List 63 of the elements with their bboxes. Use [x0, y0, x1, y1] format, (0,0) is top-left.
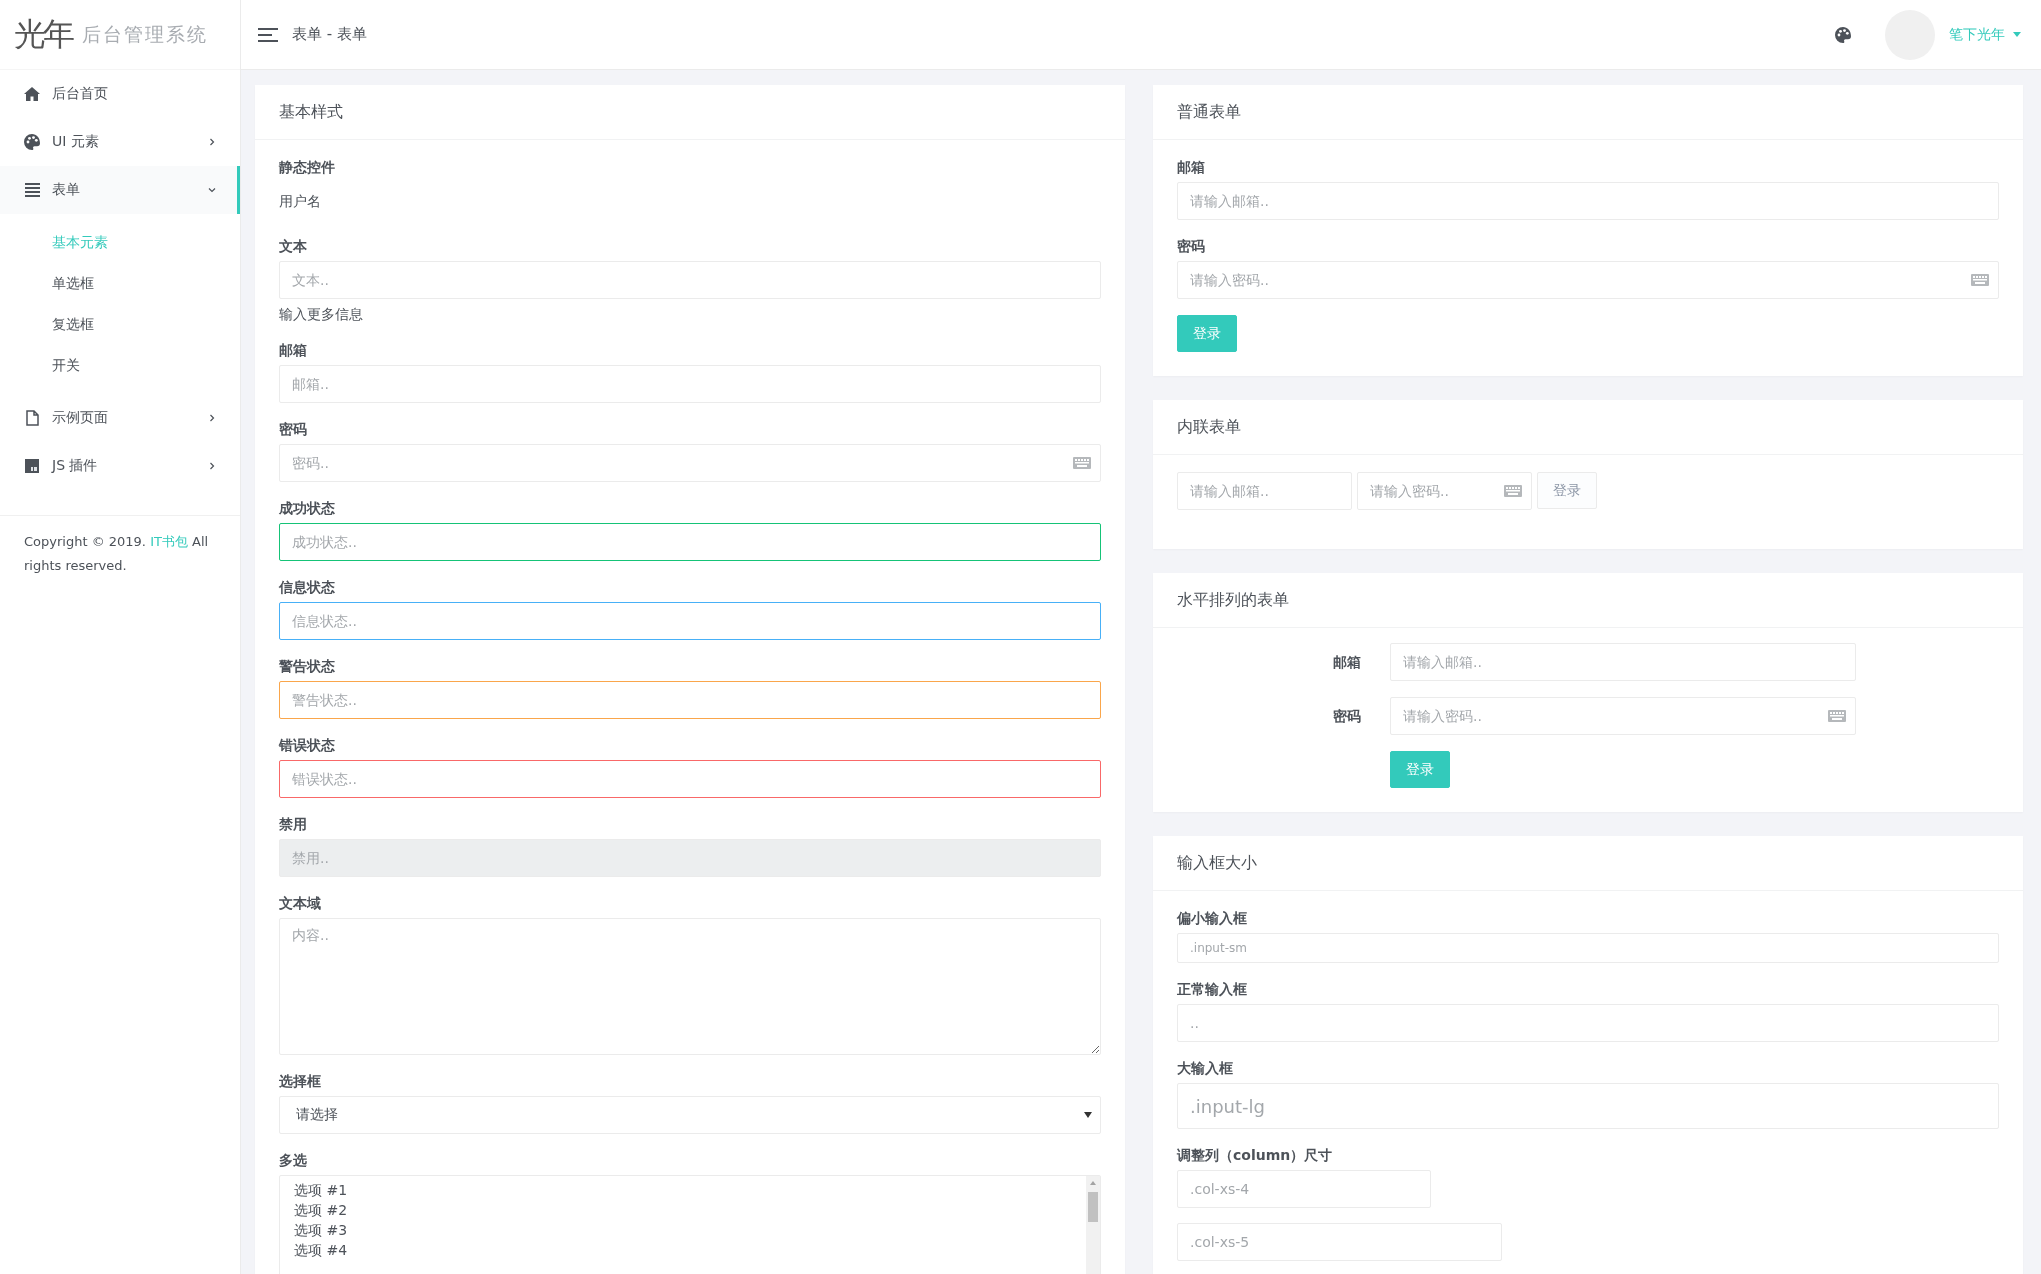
keyboard-icon — [1073, 457, 1091, 469]
field-label: 大输入框 — [1177, 1059, 1234, 1078]
field-label: 邮箱 — [1332, 653, 1361, 672]
field-label: 错误状态 — [279, 736, 336, 755]
field-label: 调整列（column）尺寸 — [1177, 1146, 1334, 1165]
page-title: 表单 - 表单 — [292, 25, 367, 44]
menu-item[interactable]: JS 插件 — [0, 442, 240, 490]
submenu-item[interactable]: 开关 — [52, 356, 80, 375]
field-label: 警告状态 — [279, 657, 336, 676]
field-label: 选择框 — [279, 1072, 322, 1091]
list-icon — [24, 183, 40, 197]
menu-icon[interactable] — [258, 27, 278, 42]
field-label: 密码 — [279, 420, 308, 439]
field-label: 文本域 — [279, 894, 322, 913]
text-area[interactable]: 内容.. — [279, 918, 1101, 1055]
logo-mark: 光年 — [14, 13, 72, 55]
field-label: 邮箱 — [1177, 158, 1206, 177]
caret-icon — [2013, 32, 2021, 37]
keyboard-icon — [1828, 710, 1846, 722]
list-option[interactable]: 选项 #3 — [294, 1220, 348, 1240]
field-label: 多选 — [279, 1151, 308, 1170]
list-option[interactable]: 选项 #1 — [294, 1180, 348, 1200]
field-label: 静态控件 — [279, 158, 336, 177]
input-field[interactable]: 信息状态.. — [279, 602, 1101, 640]
field-label: 偏小输入框 — [1177, 909, 1248, 928]
home-icon — [24, 87, 40, 101]
logo-title: 后台管理系统 — [82, 21, 208, 47]
menu-item[interactable]: 后台首页 — [0, 70, 240, 118]
help-text: 输入更多信息 — [279, 305, 364, 324]
caret-icon — [1084, 1112, 1092, 1118]
list-option[interactable]: 选项 #4 — [294, 1240, 348, 1260]
menu-item[interactable]: UI 元素 — [0, 118, 240, 166]
submenu-item[interactable]: 单选框 — [52, 274, 94, 293]
palette-icon[interactable] — [1835, 26, 1851, 43]
input-field[interactable]: 成功状态.. — [279, 523, 1101, 561]
card-title: 普通表单 — [1177, 101, 1241, 123]
keyboard-icon — [1971, 274, 1989, 286]
keyboard-icon — [1504, 485, 1522, 497]
card-title: 水平排列的表单 — [1177, 589, 1289, 611]
field-label: 成功状态 — [279, 499, 336, 518]
static-text: 用户名 — [279, 192, 322, 211]
field-label: 密码 — [1332, 707, 1361, 726]
input-field[interactable]: 警告状态.. — [279, 681, 1101, 719]
input-field[interactable]: 错误状态.. — [279, 760, 1101, 798]
card-title: 输入框大小 — [1177, 852, 1257, 874]
copyright-text: Copyright © 2019. IT书包 All rights reserved. — [23, 533, 210, 575]
file-icon — [25, 410, 39, 426]
card-title: 内联表单 — [1177, 416, 1241, 438]
field-label: 信息状态 — [279, 578, 336, 597]
card-title: 基本样式 — [279, 101, 343, 123]
menu-item[interactable]: 表单 — [0, 166, 240, 214]
field-label: 密码 — [1177, 237, 1206, 256]
select-field[interactable]: 请选择 — [279, 1096, 1101, 1134]
script-icon — [25, 459, 39, 473]
field-label: 禁用 — [279, 815, 308, 834]
field-label: 文本 — [279, 237, 308, 256]
menu-item[interactable]: 示例页面 — [0, 394, 240, 442]
list-option[interactable]: 选项 #2 — [294, 1200, 348, 1220]
submenu-item[interactable]: 复选框 — [52, 315, 94, 334]
field-label: 正常输入框 — [1177, 980, 1248, 999]
field-label: 邮箱 — [279, 341, 308, 360]
palette-icon — [24, 134, 40, 150]
list-box[interactable]: 选项 #1 选项 #2 选项 #3 选项 #4 — [279, 1175, 1101, 1274]
